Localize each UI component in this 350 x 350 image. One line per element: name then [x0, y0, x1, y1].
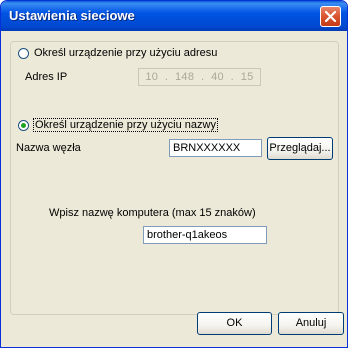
dialog-body: Określ urządzenie przy użyciu adresu Adr…	[4, 31, 344, 344]
network-settings-dialog: Ustawienia sieciowe Określ urządzenie pr…	[0, 0, 348, 348]
radio-by-name-indicator[interactable]	[18, 119, 29, 131]
node-name-label: Nazwa węzła	[16, 142, 81, 154]
ip-octet-2: 148	[175, 71, 195, 83]
cancel-button[interactable]: Anuluj	[278, 312, 344, 335]
computer-name-input[interactable]: brother-q1akeos	[143, 226, 267, 244]
ok-button[interactable]: OK	[197, 312, 272, 335]
ip-address-field[interactable]: 10 . 148 . 40 . 15	[138, 68, 261, 86]
title-bar: Ustawienia sieciowe	[1, 1, 347, 31]
settings-group: Określ urządzenie przy użyciu adresu Adr…	[10, 41, 339, 315]
radio-by-address[interactable]: Określ urządzenie przy użyciu adresu	[18, 47, 217, 59]
radio-by-name-label: Określ urządzenie przy użyciu nazwy	[33, 118, 218, 132]
ip-separator-3: .	[230, 71, 234, 83]
ip-octet-1: 10	[145, 71, 159, 83]
ip-octet-4: 15	[240, 71, 254, 83]
radio-by-address-label: Określ urządzenie przy użyciu adresu	[34, 47, 218, 59]
ip-separator-2: .	[200, 71, 205, 83]
dialog-title: Ustawienia sieciowe	[9, 8, 135, 23]
close-button[interactable]	[320, 6, 341, 27]
ip-octet-3: 40	[211, 71, 224, 83]
browse-button[interactable]: Przeglądaj...	[267, 137, 333, 160]
radio-by-name[interactable]: Określ urządzenie przy użyciu nazwy	[18, 118, 218, 132]
computer-name-label: Wpisz nazwę komputera (max 15 znaków)	[49, 207, 256, 219]
ip-separator-1: .	[164, 71, 169, 83]
ip-address-label: Adres IP	[25, 71, 68, 83]
node-name-input[interactable]: BRNXXXXXX	[169, 139, 262, 157]
radio-by-address-indicator[interactable]	[18, 47, 29, 59]
close-icon	[325, 11, 336, 22]
